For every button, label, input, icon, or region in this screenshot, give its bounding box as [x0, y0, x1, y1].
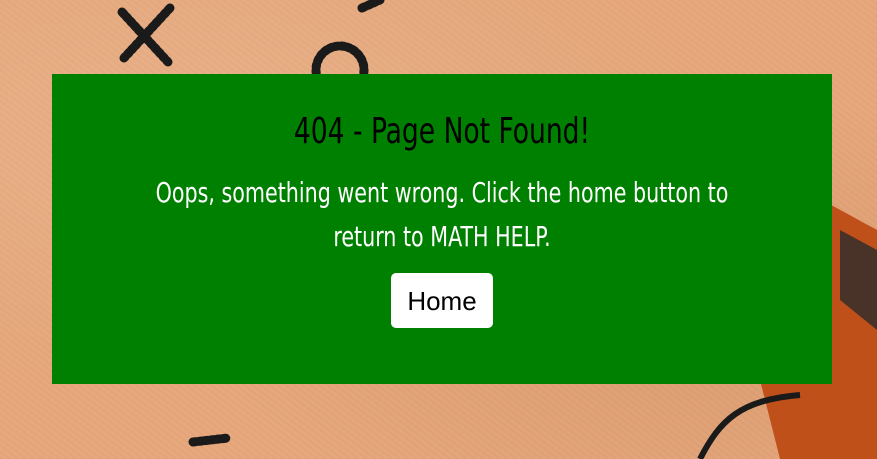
error-title: 404 - Page Not Found! — [293, 111, 591, 152]
home-button[interactable]: Home — [391, 273, 493, 329]
error-message: Oops, something went wrong. Click the ho… — [155, 176, 729, 254]
error-panel: 404 - Page Not Found! Oops, something we… — [52, 74, 832, 384]
